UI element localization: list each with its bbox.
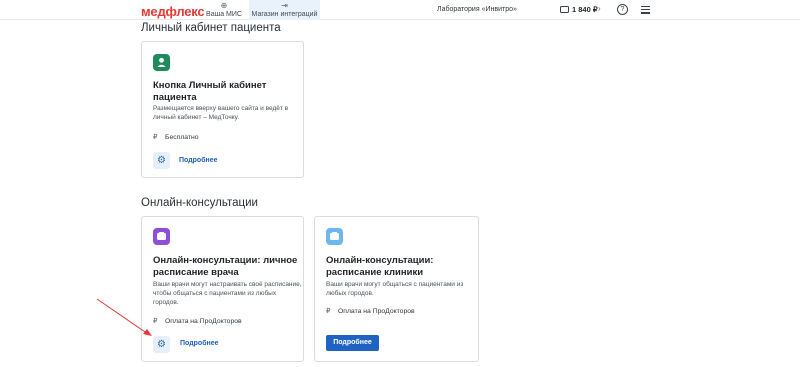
- annotation-arrow: [96, 298, 152, 336]
